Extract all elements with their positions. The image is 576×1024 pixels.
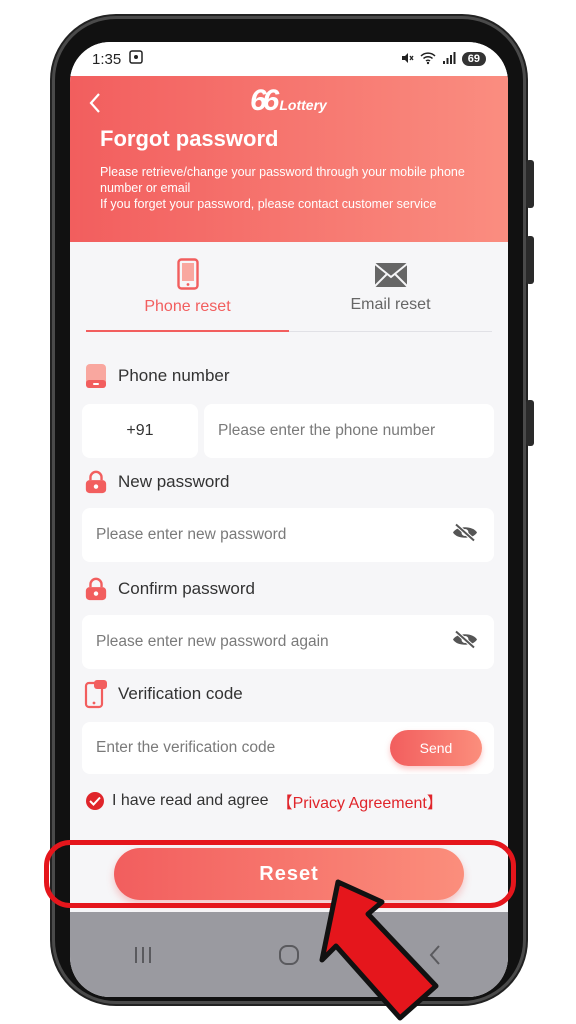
verification-code-placeholder: Enter the verification code <box>96 739 276 756</box>
system-nav-bar <box>70 912 508 997</box>
phone-icon <box>176 258 199 290</box>
verification-code-label: Verification code <box>84 680 243 709</box>
tab-email-reset[interactable]: Email reset <box>289 254 492 331</box>
logo-number: 66 <box>250 84 279 117</box>
country-code-selector[interactable]: +91 <box>82 404 198 458</box>
agreement-checkbox[interactable] <box>86 792 104 810</box>
confirm-password-placeholder: Please enter new password again <box>96 633 329 650</box>
status-time: 1:35 <box>92 50 122 68</box>
lock-icon <box>84 470 108 494</box>
lock-icon <box>84 577 108 601</box>
phone-number-label-text: Phone number <box>118 366 230 385</box>
volume-down-button <box>526 236 534 284</box>
mute-icon <box>400 51 414 68</box>
screenshot-icon <box>129 50 143 68</box>
new-password-placeholder: Please enter new password <box>96 526 287 543</box>
back-button[interactable] <box>88 92 102 119</box>
new-password-input[interactable]: Please enter new password <box>82 508 494 562</box>
tab-phone-reset[interactable]: Phone reset <box>86 254 289 332</box>
confirm-password-label-text: Confirm password <box>118 579 255 598</box>
battery-indicator: 69 <box>461 52 486 66</box>
verification-code-label-text: Verification code <box>118 684 243 703</box>
wifi-icon <box>420 51 436 68</box>
agreement-text: I have read and agree <box>112 792 269 809</box>
email-icon <box>373 263 408 287</box>
reset-highlight-box <box>44 840 516 908</box>
pointer-arrow-icon <box>319 879 439 1021</box>
tab-email-reset-label: Email reset <box>350 296 431 313</box>
chevron-left-icon <box>89 93 100 113</box>
power-button <box>526 400 534 446</box>
home-icon <box>279 944 299 965</box>
status-bar: 1:35 69 <box>70 42 508 76</box>
recent-apps-icon <box>135 946 151 963</box>
recent-apps-button[interactable] <box>113 935 173 975</box>
description-line-2: If you forget your password, please cont… <box>100 197 437 211</box>
app-logo: 66 Lottery <box>250 84 327 118</box>
eye-off-icon <box>453 630 477 649</box>
phone-number-input[interactable]: Please enter the phone number <box>204 404 494 458</box>
volume-up-button <box>526 160 534 208</box>
logo-word: Lottery <box>279 97 327 113</box>
page-title: Forgot password <box>100 126 279 151</box>
phone-number-label: Phone number <box>84 364 230 388</box>
tab-phone-reset-label: Phone reset <box>144 298 231 315</box>
new-password-label: New password <box>84 470 230 494</box>
eye-off-icon <box>453 523 477 542</box>
confirm-password-label: Confirm password <box>84 577 255 601</box>
stage: 1:35 69 66 Lottery Forgot password Pleas… <box>0 0 576 1024</box>
toggle-password-visibility-button[interactable] <box>452 523 478 548</box>
agreement-row: I have read and agree 【Privacy Agreement… <box>86 789 443 813</box>
description-line-1: Please retrieve/change your password thr… <box>100 165 465 195</box>
message-phone-icon <box>84 680 108 709</box>
toggle-confirm-visibility-button[interactable] <box>452 630 478 655</box>
signal-icon <box>442 51 456 68</box>
send-code-button[interactable]: Send <box>390 730 482 766</box>
phone-field-icon <box>84 364 108 388</box>
privacy-agreement-link[interactable]: 【Privacy Agreement】 <box>277 789 443 813</box>
new-password-label-text: New password <box>118 472 230 491</box>
checkmark-icon <box>89 796 101 806</box>
reset-method-tabs: Phone reset Email reset <box>86 254 492 332</box>
page-header: 66 Lottery Forgot password Please retrie… <box>70 76 508 242</box>
verification-code-input[interactable]: Enter the verification code Send <box>82 722 494 774</box>
confirm-password-input[interactable]: Please enter new password again <box>82 615 494 669</box>
page-description: Please retrieve/change your password thr… <box>100 164 505 212</box>
